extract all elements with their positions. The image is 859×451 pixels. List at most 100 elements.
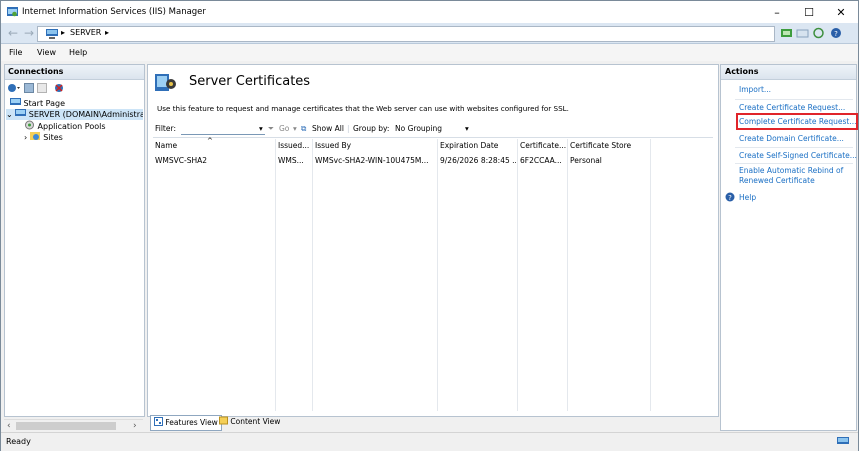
- expand-chevron-icon[interactable]: ⌄: [6, 110, 13, 119]
- enable-automatic-rebind-link-line2[interactable]: Renewed Certificate: [739, 176, 815, 185]
- content-view-label: Content View: [230, 417, 281, 426]
- minimize-button[interactable]: –: [761, 1, 793, 23]
- maximize-button[interactable]: ☐: [793, 1, 825, 23]
- connections-panel: Connections Start Page ⌄ SERVER (DOMAIN\…: [4, 64, 145, 417]
- content-view-icon: [219, 416, 228, 425]
- column-header-certificate-hash[interactable]: Certificate...: [520, 139, 566, 153]
- features-view-label: Features View: [165, 418, 218, 427]
- tree-item-sites[interactable]: › Sites: [24, 131, 63, 142]
- server-icon: [15, 109, 27, 116]
- server-certificates-panel: Server Certificates Use this feature to …: [147, 64, 719, 417]
- breadcrumb-server[interactable]: SERVER: [70, 28, 101, 37]
- menu-file[interactable]: File: [9, 48, 22, 57]
- actions-title: Actions: [725, 67, 759, 76]
- address-box[interactable]: ▸ SERVER ▸: [37, 26, 775, 42]
- back-arrow-icon[interactable]: ←: [5, 26, 21, 40]
- filter-label: Filter:: [155, 124, 176, 133]
- complete-certificate-request-link[interactable]: Complete Certificate Request...: [739, 117, 857, 126]
- disconnect-icon[interactable]: [54, 83, 64, 93]
- column-header-name[interactable]: Name: [155, 139, 273, 153]
- menu-view[interactable]: View: [37, 48, 56, 57]
- collapsed-chevron-icon[interactable]: ›: [24, 133, 27, 142]
- window-title: Internet Information Services (IIS) Mana…: [22, 7, 206, 17]
- funnel-icon[interactable]: ⏷: [268, 124, 274, 134]
- server-icon: [46, 29, 58, 39]
- tree-item-start-page[interactable]: Start Page: [10, 98, 65, 109]
- column-divider: [650, 139, 651, 411]
- show-all-button[interactable]: Show All: [312, 124, 344, 133]
- create-domain-certificate-link[interactable]: Create Domain Certificate...: [739, 134, 844, 143]
- svg-text:?: ?: [834, 30, 838, 38]
- help-icon: ?: [725, 192, 735, 202]
- sort-ascending-icon: ^: [207, 137, 213, 145]
- group-by-select[interactable]: No Grouping: [395, 124, 442, 133]
- tree-item-application-pools[interactable]: Application Pools: [24, 120, 106, 131]
- toolbar-divider: |: [347, 124, 350, 133]
- scroll-right-icon[interactable]: ›: [133, 421, 137, 431]
- menu-bar: File View Help: [1, 44, 858, 61]
- cell-certificate-store: Personal: [570, 156, 602, 165]
- go-dropdown-icon[interactable]: ▾: [293, 124, 297, 133]
- create-certificate-request-link[interactable]: Create Certificate Request...: [739, 103, 845, 112]
- refresh-icon[interactable]: [812, 27, 825, 39]
- connections-horizontal-scrollbar[interactable]: ‹ ›: [4, 419, 143, 432]
- tree-item-server[interactable]: ⌄ SERVER (DOMAIN\Administra: [6, 109, 143, 120]
- iis-manager-window: Internet Information Services (IIS) Mana…: [0, 0, 859, 451]
- scroll-left-icon[interactable]: ‹: [7, 421, 11, 431]
- server-certificates-icon: [155, 74, 176, 91]
- help-link[interactable]: Help: [739, 193, 756, 202]
- close-button[interactable]: ✕: [825, 1, 857, 23]
- tree-label: Sites: [43, 133, 63, 142]
- column-header-expiration-date[interactable]: Expiration Date: [440, 139, 516, 153]
- cell-certificate-hash: 6F2CCAA...: [520, 156, 562, 165]
- go-button[interactable]: Go: [279, 124, 289, 133]
- filter-input[interactable]: [181, 122, 265, 135]
- up-icon[interactable]: [37, 83, 47, 93]
- column-header-certificate-store[interactable]: Certificate Store: [570, 139, 648, 153]
- column-header-issued-by[interactable]: Issued By: [315, 139, 435, 153]
- connections-title: Connections: [8, 67, 64, 76]
- features-view-tab[interactable]: Features View: [150, 415, 222, 431]
- tree-label: Start Page: [23, 99, 65, 108]
- sites-icon: [29, 132, 40, 140]
- connections-header: Connections: [5, 65, 144, 80]
- page-title: Server Certificates: [189, 74, 311, 89]
- scroll-thumb[interactable]: [16, 422, 116, 430]
- create-self-signed-certificate-link[interactable]: Create Self-Signed Certificate...: [739, 151, 857, 160]
- cell-expiration-date: 9/26/2026 8:28:45 ...: [440, 156, 516, 165]
- title-bar: Internet Information Services (IIS) Mana…: [1, 1, 858, 23]
- svg-text:?: ?: [728, 194, 732, 202]
- connect-globe-icon[interactable]: [7, 83, 21, 93]
- help-dropdown-icon[interactable]: ?: [830, 27, 843, 39]
- forward-arrow-icon[interactable]: →: [21, 26, 37, 40]
- show-all-icon: ⧉: [301, 124, 307, 133]
- status-bar: Ready: [1, 432, 858, 451]
- content-view-tab[interactable]: Content View: [219, 415, 280, 429]
- cell-issued-to: WMS...: [278, 156, 304, 165]
- actions-separator: [735, 147, 853, 148]
- column-divider: [517, 139, 518, 411]
- group-by-label: Group by:: [353, 124, 390, 133]
- certificates-table: Name ^ Issued... Issued By Expiration Da…: [153, 137, 713, 411]
- actions-separator: [735, 163, 853, 164]
- import-link[interactable]: Import...: [739, 85, 771, 94]
- menu-help[interactable]: Help: [69, 48, 87, 57]
- breadcrumb-separator: ▸: [105, 28, 110, 37]
- view-tabs: Features View Content View: [147, 415, 719, 431]
- column-divider: [437, 139, 438, 411]
- column-header-issued-to[interactable]: Issued...: [278, 139, 311, 153]
- save-icon[interactable]: [24, 83, 34, 93]
- actions-header: Actions: [721, 65, 856, 80]
- iis-app-icon: [7, 7, 18, 17]
- cell-name: WMSVC-SHA2: [155, 156, 208, 165]
- enable-automatic-rebind-link[interactable]: Enable Automatic Rebind of: [739, 166, 843, 175]
- actions-panel: Actions Import... Create Certificate Req…: [720, 64, 858, 431]
- group-by-dropdown-icon[interactable]: ▾: [465, 124, 469, 133]
- status-text: Ready: [6, 437, 31, 446]
- server-status-icon: [837, 437, 849, 444]
- mail-icon[interactable]: [796, 27, 809, 39]
- column-divider: [312, 139, 313, 411]
- filter-bar: Filter: ▾ ⏷ Go ▾ ⧉ Show All | Group by: …: [153, 121, 713, 138]
- connect-icon[interactable]: [780, 27, 793, 39]
- filter-dropdown-icon[interactable]: ▾: [259, 124, 263, 133]
